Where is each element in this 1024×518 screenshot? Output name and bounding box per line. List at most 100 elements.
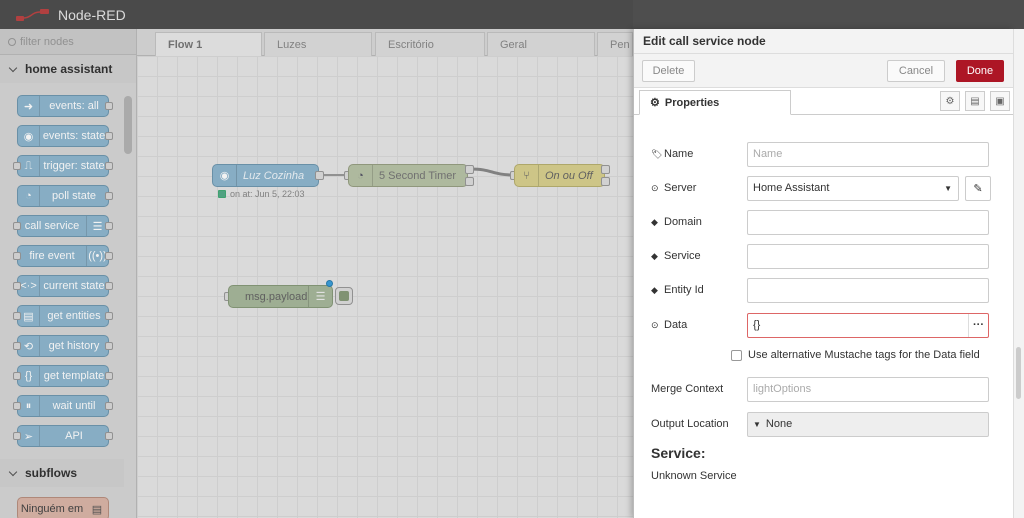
cancel-button[interactable]: Cancel xyxy=(887,60,945,82)
palette-node-get-entities[interactable]: ▤ get entities xyxy=(13,305,113,327)
debug-list-icon: ☰ xyxy=(308,286,332,307)
cube-icon: ◆ xyxy=(651,250,658,261)
node-label: poll state xyxy=(51,190,97,202)
debug-toggle-button[interactable] xyxy=(335,287,353,305)
app-header: Node-RED xyxy=(0,0,1024,29)
palette-category-home-assistant[interactable]: home assistant xyxy=(0,55,136,83)
output-port[interactable] xyxy=(105,222,113,230)
output-port[interactable] xyxy=(465,177,474,186)
expand-editor-button[interactable]: ··· xyxy=(968,313,988,337)
node-label: get history xyxy=(48,340,100,352)
history-icon: ⟲ xyxy=(18,336,40,356)
appearance-tab-frame-icon[interactable]: ▣ xyxy=(990,91,1010,111)
row-domain: ◆ Domain xyxy=(651,209,991,235)
input-port[interactable] xyxy=(13,372,21,380)
output-port[interactable] xyxy=(105,282,113,290)
tab-escritorio[interactable]: Escritório xyxy=(375,32,485,56)
palette-filter[interactable]: filter nodes xyxy=(0,29,136,55)
palette-node-wait-until[interactable]: ⏸ wait until xyxy=(13,395,113,417)
output-port[interactable] xyxy=(105,342,113,350)
palette-category-subflows[interactable]: subflows xyxy=(0,459,124,487)
palette-node-poll-state[interactable]: ◔ poll state xyxy=(17,185,113,207)
output-port[interactable] xyxy=(105,432,113,440)
palette-node-subflow[interactable]: Ninguém em ▤ xyxy=(17,497,109,518)
tab-luzes[interactable]: Luzes xyxy=(264,32,372,56)
description-tab-file-icon[interactable]: ▤ xyxy=(965,91,985,111)
node-label: fire event xyxy=(29,250,75,262)
input-port[interactable] xyxy=(13,252,21,260)
pause-icon: ⏸ xyxy=(18,396,40,416)
output-port[interactable] xyxy=(105,132,113,140)
edit-tray: Edit call service node Delete Cancel Don… xyxy=(633,29,1013,518)
flow-node-debug[interactable]: msg.payload ☰ xyxy=(228,285,333,308)
palette-node-api[interactable]: ➢ API xyxy=(13,425,113,447)
output-port[interactable] xyxy=(315,171,324,180)
server-select[interactable]: Home Assistant ▼ xyxy=(747,175,959,201)
tab-flow-1[interactable]: Flow 1 xyxy=(155,32,262,56)
palette-node-get-history[interactable]: ⟲ get history xyxy=(13,335,113,357)
output-port[interactable] xyxy=(105,372,113,380)
edit-server-button[interactable]: ✎ xyxy=(965,175,991,201)
cube-icon: ◆ xyxy=(651,284,658,295)
output-port[interactable] xyxy=(105,102,113,110)
output-port[interactable] xyxy=(105,402,113,410)
flow-node-timer[interactable]: ◔ 5 Second Timer xyxy=(348,164,468,187)
mustache-checkbox[interactable] xyxy=(731,349,742,361)
done-button[interactable]: Done xyxy=(956,60,1004,82)
settings-tab-gear-icon[interactable]: ⚙ xyxy=(940,91,960,111)
output-port[interactable] xyxy=(465,165,474,174)
data-field[interactable]: {} ··· xyxy=(747,312,989,338)
flow-node-luz-cozinha[interactable]: ◉ Luz Cozinha xyxy=(212,164,319,187)
input-port[interactable] xyxy=(13,432,21,440)
scrollbar-thumb[interactable] xyxy=(1016,347,1021,399)
data-value: {} xyxy=(753,319,761,331)
name-field[interactable]: Name xyxy=(747,141,989,167)
palette-node-call-service[interactable]: call service ☰ xyxy=(13,215,113,237)
tray-toolbar: Delete Cancel Done xyxy=(634,54,1013,88)
output-port[interactable] xyxy=(601,165,610,174)
chevron-down-icon xyxy=(8,467,18,476)
output-location-select[interactable]: ▼ None xyxy=(747,411,989,437)
palette-node-events-state[interactable]: ◉ events: state xyxy=(17,125,113,147)
domain-field[interactable] xyxy=(747,209,989,235)
input-port[interactable] xyxy=(13,312,21,320)
node-label: Luz Cozinha xyxy=(243,169,305,182)
palette-scrollbar[interactable] xyxy=(124,96,132,154)
output-port[interactable] xyxy=(601,177,610,186)
palette-node-get-template[interactable]: {} get template xyxy=(13,365,113,387)
merge-context-field[interactable]: lightOptions xyxy=(747,376,989,402)
node-label: msg.payload xyxy=(245,290,308,303)
palette-node-current-state[interactable]: <·> current state xyxy=(13,275,113,297)
palette-node-events-all[interactable]: ➜ events: all xyxy=(17,95,113,117)
output-port[interactable] xyxy=(105,252,113,260)
tab-properties[interactable]: ⚙ Properties xyxy=(639,90,791,115)
subflow-icon: ▤ xyxy=(91,503,103,516)
output-port[interactable] xyxy=(105,312,113,320)
flow-node-switch[interactable]: ⑂ On ou Off xyxy=(514,164,605,187)
palette-node-trigger-state[interactable]: ⎍ trigger: state xyxy=(13,155,113,177)
output-port[interactable] xyxy=(105,162,113,170)
server-label: Server xyxy=(664,182,697,194)
palette-filter-input[interactable]: filter nodes xyxy=(20,36,74,48)
tab-pen[interactable]: Pen xyxy=(597,32,633,56)
input-port[interactable] xyxy=(13,342,21,350)
node-label: get entities xyxy=(47,310,101,322)
mustache-option[interactable]: Use alternative Mustache tags for the Da… xyxy=(731,349,980,361)
palette-node-fire-event[interactable]: fire event ((•)) xyxy=(13,245,113,267)
wires xyxy=(319,167,515,177)
service-field[interactable] xyxy=(747,243,989,269)
flow-canvas[interactable]: ◉ Luz Cozinha on at: Jun 5, 22:03 ◔ 5 Se… xyxy=(137,56,633,518)
output-port[interactable] xyxy=(105,192,113,200)
entity-id-field[interactable] xyxy=(747,277,989,303)
input-port[interactable] xyxy=(13,402,21,410)
input-port[interactable] xyxy=(13,222,21,230)
tab-geral[interactable]: Geral xyxy=(487,32,595,56)
input-port[interactable] xyxy=(13,282,21,290)
search-icon xyxy=(8,37,16,46)
input-port[interactable] xyxy=(13,162,21,170)
switch-icon: ⑂ xyxy=(515,165,539,186)
row-name: 🏷 Name Name xyxy=(651,141,991,167)
sidebar-scrollbar[interactable] xyxy=(1013,29,1024,518)
circle-arrow-icon: ◉ xyxy=(18,126,40,146)
delete-button[interactable]: Delete xyxy=(642,60,695,82)
